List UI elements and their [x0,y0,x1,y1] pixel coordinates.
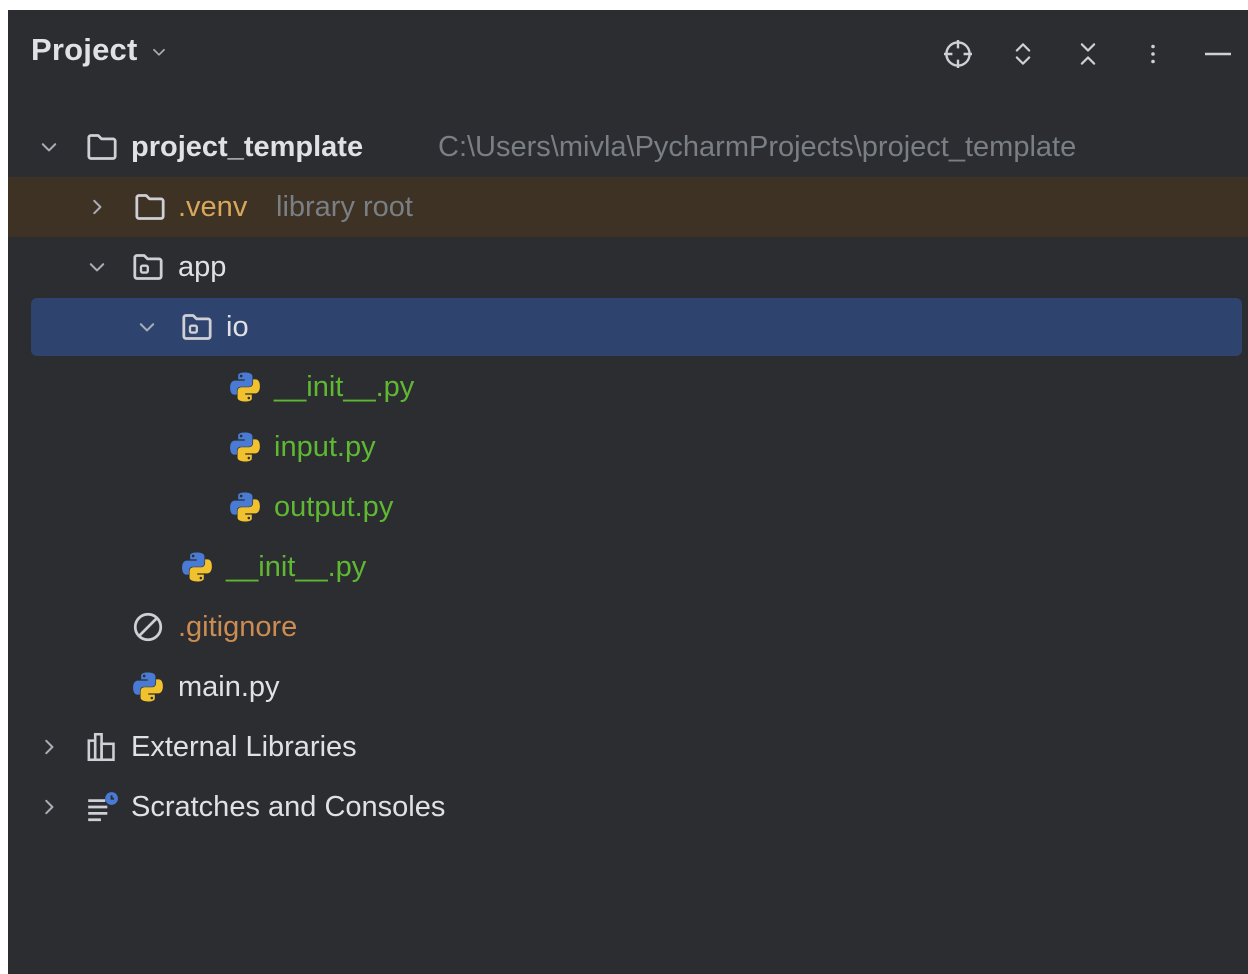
folder-icon [85,130,119,164]
package-folder-icon [131,250,165,284]
chevron-down-icon[interactable] [38,136,60,158]
python-file-icon [131,670,165,704]
tree-node-label: input.py [274,431,376,463]
chevron-down-icon[interactable] [86,256,108,278]
tree-node-label: project_template [131,131,364,163]
tree-node-label: Scratches and Consoles [131,791,446,823]
minimize-icon [1205,52,1231,56]
tool-window-header: Project [8,10,1248,100]
python-file-icon [228,430,262,464]
tree-node-label: __init__.py [274,371,415,403]
tree-node-external-libraries[interactable]: External Libraries [8,717,1248,777]
package-folder-icon [180,310,214,344]
project-tool-window: Project project_template C:\Users\mivla\… [8,10,1248,974]
chevron-right-icon[interactable] [86,196,108,218]
collapse-all-button[interactable] [1068,34,1108,74]
tree-node-venv[interactable]: .venv library root [8,177,1248,237]
tree-node-label: __init__.py [226,551,367,583]
chevron-down-icon [150,43,168,61]
tree-node-app[interactable]: app [8,237,1248,297]
python-file-icon [228,370,262,404]
tree-node-io-output[interactable]: output.py [8,477,1248,537]
project-tree: project_template C:\Users\mivla\PycharmP… [8,117,1248,837]
panel-title: Project [31,32,138,67]
folder-icon [133,190,167,224]
expand-all-icon [1015,43,1031,65]
minimize-button[interactable] [1198,34,1238,74]
tree-node-label: main.py [178,671,280,703]
scratches-icon [85,790,119,824]
tree-node-app-init[interactable]: __init__.py [8,537,1248,597]
chevron-right-icon[interactable] [38,796,60,818]
chevron-right-icon[interactable] [38,736,60,758]
collapse-all-icon [1080,43,1096,65]
tree-node-gitignore[interactable]: .gitignore [8,597,1248,657]
expand-all-button[interactable] [1003,34,1043,74]
tree-node-io[interactable]: io [8,297,1248,357]
project-path: C:\Users\mivla\PycharmProjects\project_t… [438,131,1077,163]
tree-node-project-root[interactable]: project_template C:\Users\mivla\PycharmP… [8,117,1248,177]
project-view-selector[interactable]: Project [31,32,168,68]
tree-node-io-input[interactable]: input.py [8,417,1248,477]
tree-node-scratches[interactable]: Scratches and Consoles [8,777,1248,837]
tree-node-io-init[interactable]: __init__.py [8,357,1248,417]
locate-button[interactable] [938,34,978,74]
python-file-icon [180,550,214,584]
tree-node-label: External Libraries [131,731,357,763]
library-root-hint: library root [276,191,413,223]
python-file-icon [228,490,262,524]
locate-icon [944,40,972,68]
tree-node-label: .venv [178,191,248,223]
tree-node-label: .gitignore [178,611,298,643]
tree-node-label: app [178,251,227,283]
tree-node-label: io [226,311,249,343]
ignore-file-icon [131,610,165,644]
tree-node-main[interactable]: main.py [8,657,1248,717]
chevron-down-icon[interactable] [136,316,158,338]
tree-node-label: output.py [274,491,394,523]
library-icon [85,730,119,764]
more-options-button[interactable] [1133,34,1173,74]
more-options-icon [1151,44,1155,64]
